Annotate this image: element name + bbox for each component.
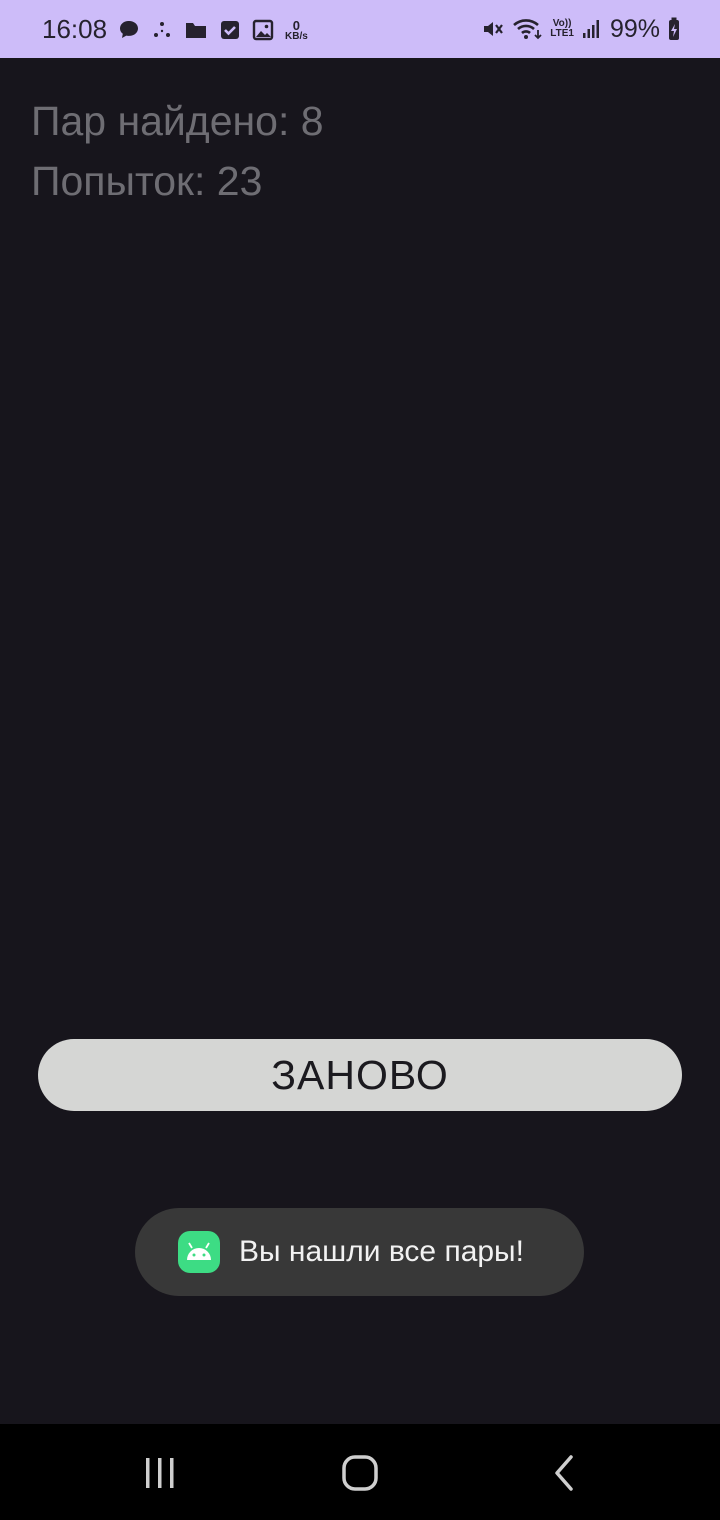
toast-message: Вы нашли все пары!	[239, 1235, 524, 1268]
navigation-bar	[0, 1424, 720, 1520]
back-icon	[555, 1455, 573, 1491]
wifi-icon	[512, 17, 542, 41]
image-icon	[252, 19, 274, 41]
recents-icon	[146, 1458, 174, 1488]
checkbox-icon	[219, 19, 241, 41]
folder-icon	[184, 19, 208, 41]
chat-bubble-icon	[118, 19, 140, 41]
attempts-text: Попыток: 23	[31, 158, 263, 204]
signal-icon	[582, 18, 600, 40]
status-bar: 16:08 0 KB/s Vo)) LTE1 99%	[0, 0, 720, 58]
battery-charging-icon	[668, 17, 680, 41]
dots-icon	[151, 19, 173, 41]
restart-button[interactable]: ЗАНОВО	[38, 1039, 682, 1111]
lte-label: LTE1	[550, 28, 574, 39]
network-speed: 0 KB/s	[285, 19, 308, 42]
system-icons: Vo)) LTE1 99%	[472, 14, 680, 44]
app-screen: 16:08 0 KB/s Vo)) LTE1 99% Пар найдено: …	[0, 0, 720, 1520]
recents-button[interactable]	[130, 1448, 190, 1498]
home-button[interactable]	[330, 1448, 390, 1498]
back-button[interactable]	[533, 1448, 593, 1498]
notification-icons: 0 KB/s	[118, 16, 319, 44]
status-time: 16:08	[42, 14, 108, 44]
pairs-found-text: Пар найдено: 8	[31, 98, 324, 144]
lte-icon: Vo)) LTE1	[550, 19, 574, 39]
network-speed-value: 0	[292, 17, 301, 33]
android-app-icon	[178, 1231, 220, 1273]
toast-notification: Вы нашли все пары!	[135, 1208, 584, 1296]
vibrate-mute-icon	[480, 17, 504, 41]
home-icon	[342, 1455, 378, 1491]
battery-level: 99%	[609, 15, 660, 43]
network-speed-unit: KB/s	[285, 30, 308, 42]
